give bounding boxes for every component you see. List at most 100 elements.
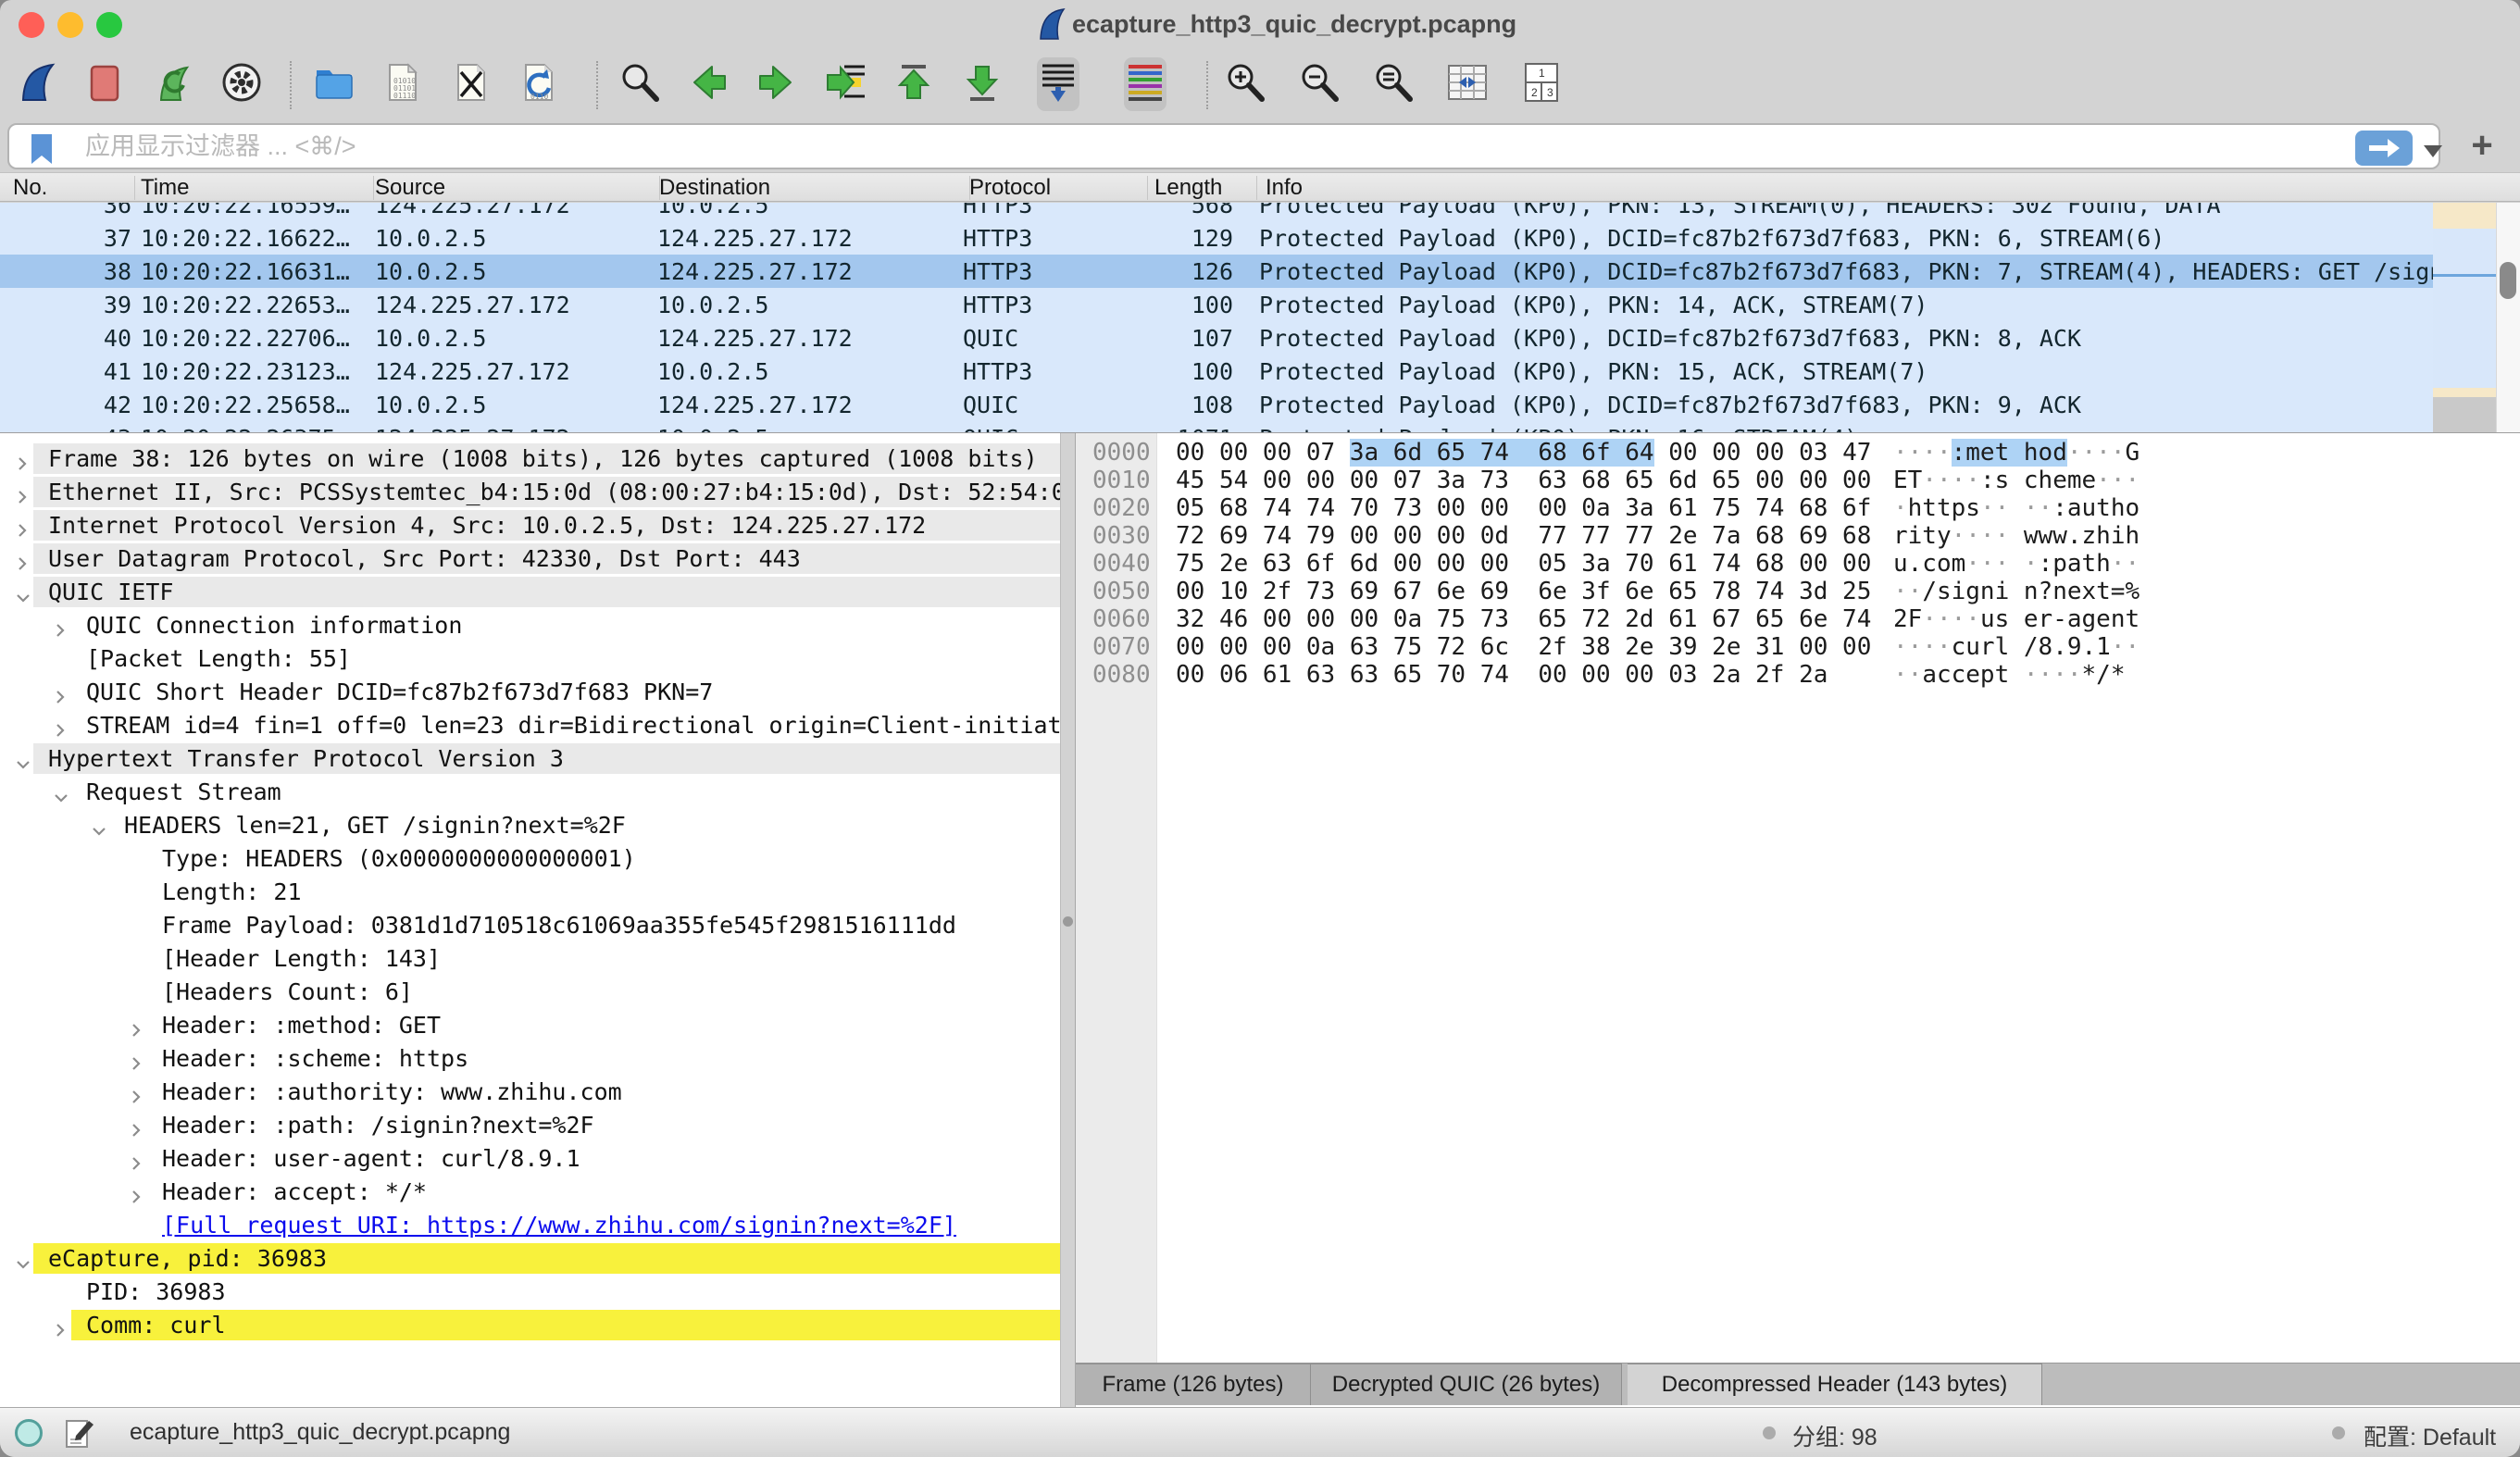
- column-header-no[interactable]: No.: [13, 175, 47, 201]
- expert-info-icon[interactable]: [15, 1419, 43, 1447]
- tree-row[interactable]: Type: HEADERS (0x0000000000000001): [0, 842, 1060, 876]
- hex-ascii[interactable]: ····:met hod····G: [1893, 439, 2140, 467]
- column-header-protocol[interactable]: Protocol: [969, 175, 1051, 201]
- hex-row-0080[interactable]: 008000 06 61 63 63 65 70 74 00 00 00 03 …: [1076, 661, 2520, 689]
- capture-comment-icon[interactable]: [63, 1417, 96, 1455]
- hex-bytes[interactable]: 75 2e 63 6f 6d 00 00 00 05 3a 70 61 74 6…: [1176, 550, 1871, 578]
- chevron-down-icon[interactable]: [15, 1251, 31, 1277]
- byte-view-tab-2[interactable]: Decompressed Header (143 bytes): [1628, 1364, 2042, 1405]
- go-forward-button[interactable]: [755, 57, 798, 111]
- display-filter-field[interactable]: [7, 123, 2440, 169]
- packet-list-minimap[interactable]: [2433, 203, 2496, 432]
- hex-row-0060[interactable]: 006032 46 00 00 00 0a 75 73 65 72 2d 61 …: [1076, 605, 2520, 633]
- hex-ascii[interactable]: u.com··· ·:path··: [1893, 550, 2140, 578]
- hex-ascii[interactable]: ··accept ····*/*: [1893, 661, 2125, 689]
- tree-row[interactable]: Comm: curl: [0, 1309, 1060, 1342]
- hex-row-0020[interactable]: 002005 68 74 74 70 73 00 00 00 0a 3a 61 …: [1076, 494, 2520, 522]
- chevron-right-icon[interactable]: [15, 551, 30, 578]
- column-separator[interactable]: [969, 176, 970, 200]
- column-separator[interactable]: [134, 176, 135, 200]
- tree-row[interactable]: Length: 21: [0, 876, 1060, 909]
- hex-bytes[interactable]: 72 69 74 79 00 00 00 0d 77 77 77 2e 7a 6…: [1176, 522, 1871, 550]
- add-filter-button[interactable]: +: [2453, 120, 2511, 170]
- chevron-right-icon[interactable]: [53, 684, 68, 711]
- hex-row-0040[interactable]: 004075 2e 63 6f 6d 00 00 00 05 3a 70 61 …: [1076, 550, 2520, 578]
- resize-columns-button[interactable]: [1446, 57, 1489, 111]
- tree-row[interactable]: Header: user-agent: curl/8.9.1: [0, 1142, 1060, 1176]
- close-file-button[interactable]: [449, 57, 492, 111]
- tree-row[interactable]: Header: :method: GET: [0, 1009, 1060, 1042]
- chevron-right-icon[interactable]: [129, 1117, 143, 1144]
- packet-list-header[interactable]: No.TimeSourceDestinationProtocolLengthIn…: [0, 172, 2520, 202]
- packet-list-scrollbar-thumb[interactable]: [2500, 262, 2516, 299]
- hex-ascii[interactable]: rity···· www.zhih: [1893, 522, 2140, 550]
- packet-row-37[interactable]: 3710:20:22.16622…10.0.2.5124.225.27.172H…: [0, 221, 2433, 255]
- hex-ascii[interactable]: 2F····us er-agent: [1893, 605, 2140, 633]
- chevron-right-icon[interactable]: [15, 451, 30, 478]
- chevron-right-icon[interactable]: [129, 1017, 143, 1044]
- hex-bytes[interactable]: 00 00 00 07 3a 6d 65 74 68 6f 64 00 00 0…: [1176, 439, 1871, 467]
- hex-bytes[interactable]: 32 46 00 00 00 0a 75 73 65 72 2d 61 67 6…: [1176, 605, 1871, 633]
- save-file-button[interactable]: 010100110101110: [380, 57, 423, 111]
- hex-ascii[interactable]: ·https·· ··:autho: [1893, 494, 2140, 522]
- packet-row-42[interactable]: 4210:20:22.25658…10.0.2.5124.225.27.172Q…: [0, 388, 2433, 421]
- tree-row[interactable]: Ethernet II, Src: PCSSystemtec_b4:15:0d …: [0, 476, 1060, 509]
- tree-row[interactable]: Header: :scheme: https: [0, 1042, 1060, 1076]
- packet-row-40[interactable]: 4010:20:22.22706…10.0.2.5124.225.27.172Q…: [0, 321, 2433, 355]
- tree-row[interactable]: [Header Length: 143]: [0, 942, 1060, 976]
- chevron-right-icon[interactable]: [129, 1084, 143, 1111]
- hex-bytes[interactable]: 05 68 74 74 70 73 00 00 00 0a 3a 61 75 7…: [1176, 494, 1871, 522]
- zoom-in-button[interactable]: [1224, 57, 1266, 111]
- tree-row[interactable]: [Headers Count: 6]: [0, 976, 1060, 1009]
- tree-row[interactable]: Request Stream: [0, 776, 1060, 809]
- chevron-right-icon[interactable]: [53, 717, 68, 744]
- zoom-out-button[interactable]: [1298, 57, 1341, 111]
- auto-scroll-button[interactable]: [1037, 57, 1079, 111]
- packet-list-scrollbar[interactable]: [2496, 203, 2520, 432]
- tree-row[interactable]: QUIC Connection information: [0, 609, 1060, 642]
- hex-bytes[interactable]: 00 06 61 63 63 65 70 74 00 00 00 03 2a 2…: [1176, 661, 1828, 689]
- tree-row[interactable]: QUIC IETF: [0, 576, 1060, 609]
- tree-row[interactable]: User Datagram Protocol, Src Port: 42330,…: [0, 542, 1060, 576]
- filter-dropdown-caret[interactable]: [2424, 145, 2442, 157]
- column-separator[interactable]: [1147, 176, 1148, 200]
- hex-ascii[interactable]: ··/signi n?next=%: [1893, 578, 2140, 605]
- chevron-down-icon[interactable]: [15, 751, 31, 778]
- column-header-length[interactable]: Length: [1154, 175, 1233, 201]
- chevron-right-icon[interactable]: [53, 617, 68, 644]
- chevron-right-icon[interactable]: [129, 1151, 143, 1177]
- tree-row[interactable]: Frame Payload: 0381d1d710518c61069aa355f…: [0, 909, 1060, 942]
- chevron-down-icon[interactable]: [53, 784, 69, 811]
- chevron-right-icon[interactable]: [129, 1184, 143, 1211]
- tree-row[interactable]: QUIC Short Header DCID=fc87b2f673d7f683 …: [0, 676, 1060, 709]
- hex-bytes[interactable]: 00 00 00 0a 63 75 72 6c 2f 38 2e 39 2e 3…: [1176, 633, 1871, 661]
- tree-row[interactable]: STREAM id=4 fin=1 off=0 len=23 dir=Bidir…: [0, 709, 1060, 742]
- column-separator[interactable]: [1256, 176, 1257, 200]
- column-header-info[interactable]: Info: [1266, 175, 1303, 201]
- hex-bytes[interactable]: 45 54 00 00 00 07 3a 73 63 68 65 6d 65 0…: [1176, 467, 1871, 494]
- column-header-destination[interactable]: Destination: [659, 175, 770, 201]
- reload-file-button[interactable]: 0110: [517, 57, 559, 111]
- tree-row[interactable]: PID: 36983: [0, 1276, 1060, 1309]
- chevron-right-icon[interactable]: [15, 517, 30, 544]
- hex-row-0000[interactable]: 000000 00 00 07 3a 6d 65 74 68 6f 64 00 …: [1076, 439, 2520, 467]
- hex-row-0070[interactable]: 007000 00 00 0a 63 75 72 6c 2f 38 2e 39 …: [1076, 633, 2520, 661]
- apply-filter-button[interactable]: [2355, 131, 2413, 166]
- display-filter-input[interactable]: [85, 127, 2214, 166]
- tree-row[interactable]: [Full request URI: https://www.zhihu.com…: [0, 1209, 1060, 1242]
- go-first-packet-button[interactable]: [892, 57, 935, 111]
- tree-row[interactable]: HEADERS len=21, GET /signin?next=%2F: [0, 809, 1060, 842]
- hex-row-0030[interactable]: 003072 69 74 79 00 00 00 0d 77 77 77 2e …: [1076, 522, 2520, 550]
- tree-row[interactable]: Header: :authority: www.zhihu.com: [0, 1076, 1060, 1109]
- packet-row-39[interactable]: 3910:20:22.22653…124.225.27.17210.0.2.5H…: [0, 288, 2433, 321]
- chevron-right-icon[interactable]: [15, 484, 30, 511]
- layout-button[interactable]: 123: [1520, 57, 1563, 111]
- wireshark-start-button[interactable]: [16, 57, 58, 111]
- chevron-down-icon[interactable]: [15, 584, 31, 611]
- hex-ascii[interactable]: ET····:s cheme···: [1893, 467, 2140, 494]
- minimize-window-button[interactable]: [57, 12, 83, 38]
- tree-row[interactable]: Hypertext Transfer Protocol Version 3: [0, 742, 1060, 776]
- packet-row-38[interactable]: 3810:20:22.16631…10.0.2.5124.225.27.172H…: [0, 255, 2433, 288]
- chevron-right-icon[interactable]: [129, 1051, 143, 1077]
- go-to-packet-button[interactable]: [824, 57, 867, 111]
